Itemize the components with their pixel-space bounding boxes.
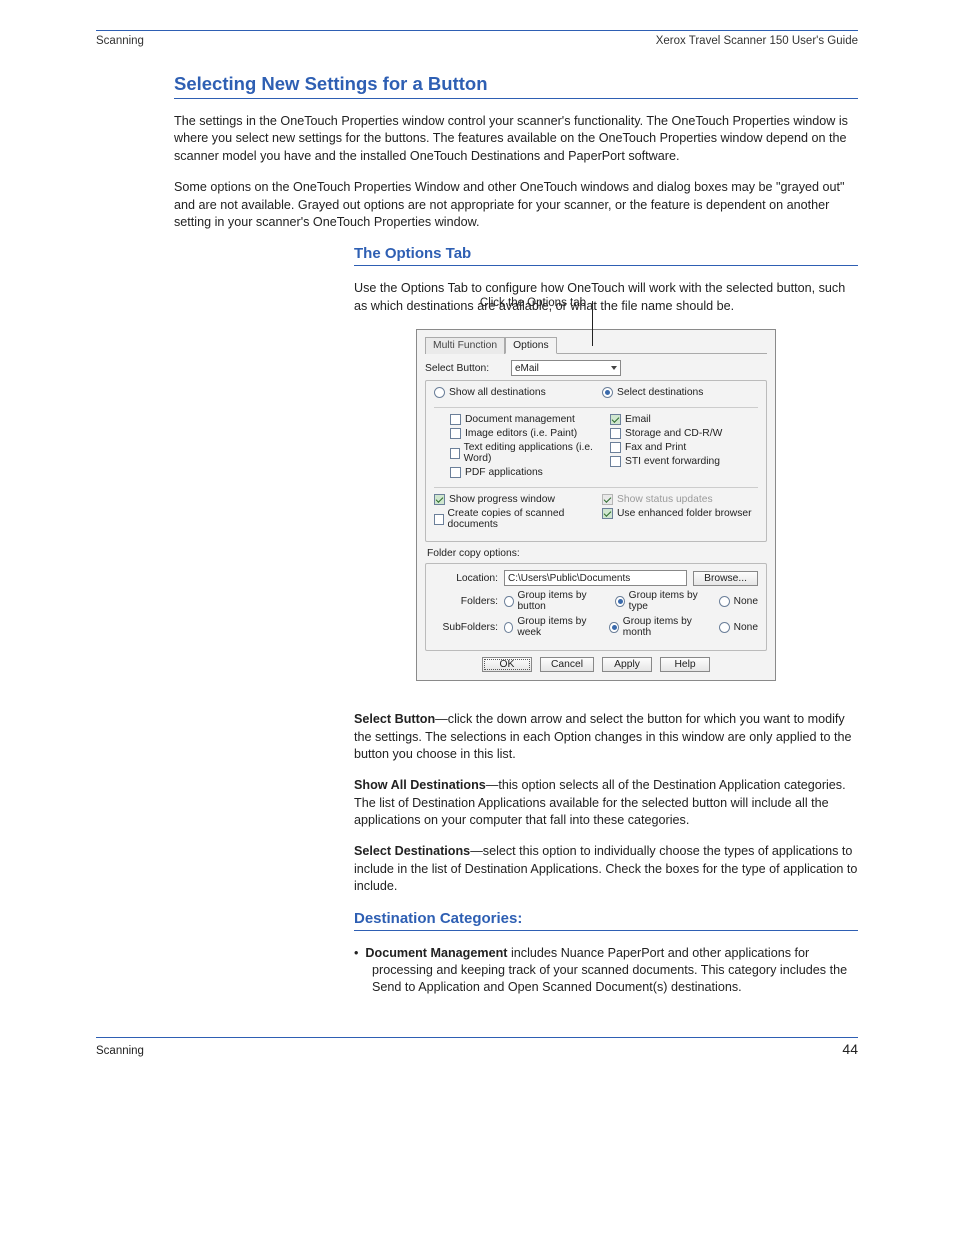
- select-button-dropdown[interactable]: eMail: [511, 360, 621, 376]
- folders-label: Folders:: [434, 596, 498, 607]
- check-show-progress[interactable]: [434, 494, 445, 505]
- select-button-para: Select Button—click the down arrow and s…: [354, 711, 858, 763]
- group-separator-2: [434, 487, 758, 488]
- dialog-button-row: OK Cancel Apply Help: [425, 657, 767, 672]
- check-email-label: Email: [625, 414, 651, 425]
- check-show-status-label: Show status updates: [617, 494, 713, 505]
- select-dest-para: Select Destinations—select this option t…: [354, 843, 858, 895]
- check-sti-forwarding[interactable]: [610, 456, 621, 467]
- options-dialog: Multi Function Options Select Button: eM…: [416, 329, 776, 681]
- subfolders-row: SubFolders: Group items by week Group it…: [434, 616, 758, 638]
- intro-paragraph-2: Some options on the OneTouch Properties …: [174, 179, 858, 231]
- header-right: Xerox Travel Scanner 150 User's Guide: [656, 35, 858, 47]
- check-text-editing-label: Text editing applications (i.e. Word): [464, 442, 598, 464]
- radio-folders-none-label: None: [734, 596, 758, 607]
- misc-options-row: Show progress window Create copies of sc…: [434, 494, 758, 533]
- group-separator: [434, 407, 758, 408]
- heading-2-rule: [354, 265, 858, 266]
- ok-button[interactable]: OK: [482, 657, 532, 672]
- radio-folders-by-type-label: Group items by type: [629, 590, 705, 612]
- running-header: Scanning Xerox Travel Scanner 150 User's…: [96, 35, 858, 47]
- location-label: Location:: [434, 573, 498, 584]
- location-value: C:\Users\Public\Documents: [508, 573, 630, 584]
- heading-2-categories: Destination Categories:: [354, 910, 858, 927]
- radio-subfolders-by-week[interactable]: [504, 622, 513, 633]
- radio-subfolders-by-month-label: Group items by month: [623, 616, 705, 638]
- radio-show-all-label: Show all destinations: [449, 387, 546, 398]
- check-enhanced-browser[interactable]: [602, 508, 613, 519]
- radio-folders-by-type[interactable]: [615, 596, 625, 607]
- check-pdf-apps[interactable]: [450, 467, 461, 478]
- show-all-para: Show All Destinations—this option select…: [354, 777, 858, 829]
- check-pdf-apps-label: PDF applications: [465, 467, 543, 478]
- heading-1-rule: [174, 98, 858, 99]
- heading-2-categories-rule: [354, 930, 858, 931]
- location-row: Location: C:\Users\Public\Documents Brow…: [434, 570, 758, 586]
- footer-left: Scanning: [96, 1045, 144, 1057]
- check-enhanced-browser-label: Use enhanced folder browser: [617, 508, 752, 519]
- radio-select-dest[interactable]: [602, 387, 613, 398]
- subfolders-label: SubFolders:: [434, 622, 498, 633]
- destinations-radio-row: Show all destinations Select destination…: [434, 387, 758, 401]
- radio-folders-by-button[interactable]: [504, 596, 514, 607]
- bullet-doc-management: • Document Management includes Nuance Pa…: [372, 945, 858, 997]
- check-fax-print[interactable]: [610, 442, 621, 453]
- check-storage[interactable]: [610, 428, 621, 439]
- folder-copy-title: Folder copy options:: [427, 548, 767, 559]
- location-input[interactable]: C:\Users\Public\Documents: [504, 570, 687, 586]
- radio-subfolders-none[interactable]: [719, 622, 730, 633]
- check-image-editors[interactable]: [450, 428, 461, 439]
- radio-folders-by-button-label: Group items by button: [518, 590, 602, 612]
- header-left: Scanning: [96, 35, 144, 47]
- page-footer: Scanning 44: [96, 1037, 858, 1057]
- select-button-row: Select Button: eMail: [425, 360, 767, 376]
- check-fax-print-label: Fax and Print: [625, 442, 686, 453]
- dialog-figure: Click the Options tab Multi Function Opt…: [416, 329, 858, 681]
- tab-multifunction[interactable]: Multi Function: [425, 337, 505, 354]
- check-show-progress-label: Show progress window: [449, 494, 555, 505]
- category-columns: Document management Image editors (i.e. …: [434, 414, 758, 481]
- select-button-value: eMail: [515, 363, 539, 374]
- destinations-group: Show all destinations Select destination…: [425, 380, 767, 542]
- bullet-doc-management-term: Document Management: [365, 946, 507, 960]
- page: Scanning Xerox Travel Scanner 150 User's…: [0, 0, 954, 1107]
- check-doc-management-label: Document management: [465, 414, 575, 425]
- folders-row: Folders: Group items by button Group ite…: [434, 590, 758, 612]
- chevron-down-icon: [611, 366, 617, 370]
- select-button-term: Select Button: [354, 712, 435, 726]
- check-text-editing[interactable]: [450, 448, 460, 459]
- cancel-button[interactable]: Cancel: [540, 657, 594, 672]
- footer-page-number: 44: [842, 1041, 858, 1057]
- tab-strip: Multi Function Options: [425, 336, 767, 354]
- radio-subfolders-by-month[interactable]: [609, 622, 618, 633]
- callout-label: Click the Options tab: [276, 297, 586, 309]
- intro-paragraph-1: The settings in the OneTouch Properties …: [174, 113, 858, 165]
- radio-subfolders-by-week-label: Group items by week: [517, 616, 595, 638]
- check-email[interactable]: [610, 414, 621, 425]
- apply-button[interactable]: Apply: [602, 657, 652, 672]
- check-doc-management[interactable]: [450, 414, 461, 425]
- check-show-status: [602, 494, 613, 505]
- show-all-term: Show All Destinations: [354, 778, 486, 792]
- check-sti-forwarding-label: STI event forwarding: [625, 456, 720, 467]
- check-image-editors-label: Image editors (i.e. Paint): [465, 428, 577, 439]
- help-button[interactable]: Help: [660, 657, 710, 672]
- heading-1: Selecting New Settings for a Button: [174, 73, 858, 95]
- check-create-copies[interactable]: [434, 514, 444, 525]
- select-dest-term: Select Destinations: [354, 844, 470, 858]
- callout-leader-line: [592, 301, 593, 346]
- folder-copy-group: Location: C:\Users\Public\Documents Brow…: [425, 563, 767, 651]
- tab-options[interactable]: Options: [505, 337, 557, 354]
- check-create-copies-label: Create copies of scanned documents: [448, 508, 590, 530]
- radio-show-all[interactable]: [434, 387, 445, 398]
- radio-folders-none[interactable]: [719, 596, 730, 607]
- radio-select-dest-label: Select destinations: [617, 387, 703, 398]
- top-rule: [96, 30, 858, 31]
- select-button-label: Select Button:: [425, 363, 505, 374]
- browse-button[interactable]: Browse...: [693, 571, 758, 586]
- radio-subfolders-none-label: None: [734, 622, 758, 633]
- heading-2-options: The Options Tab: [354, 245, 858, 262]
- check-storage-label: Storage and CD-R/W: [625, 428, 722, 439]
